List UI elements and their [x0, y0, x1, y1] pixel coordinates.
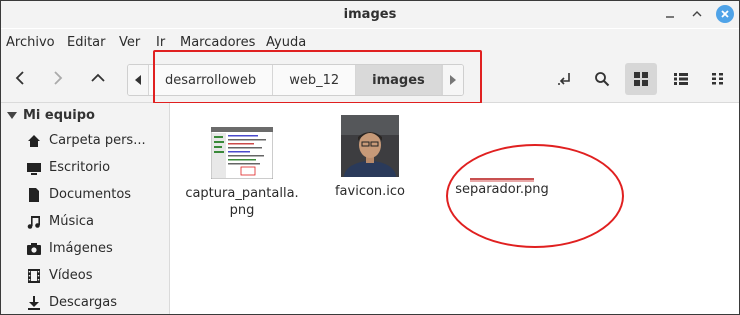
- file-name-line2: png: [229, 203, 255, 218]
- path-scroll-left[interactable]: [128, 65, 149, 95]
- arrow-up-icon: [91, 73, 105, 82]
- title-bar: images: [1, 1, 739, 28]
- file-name: favicon.ico: [334, 184, 406, 199]
- search-icon: [595, 72, 610, 87]
- list-view-button[interactable]: [667, 65, 695, 93]
- file-name: captura_pantalla.: [185, 186, 299, 201]
- menu-archivo[interactable]: Archivo: [6, 35, 55, 50]
- sidebar-section-mi-equipo[interactable]: Mi equipo: [7, 108, 95, 123]
- location-entry-icon: [558, 73, 570, 85]
- menu-ver[interactable]: Ver: [119, 35, 140, 50]
- arrow-left-icon: [15, 71, 24, 85]
- sidebar-item-carpeta-personal[interactable]: Carpeta pers...: [27, 133, 146, 148]
- sidebar-item-documentos[interactable]: Documentos: [27, 187, 131, 202]
- home-icon: [27, 134, 41, 148]
- minimize-button[interactable]: [660, 4, 680, 24]
- compact-list-icon: [712, 73, 723, 85]
- window-title: images: [343, 7, 397, 22]
- up-button[interactable]: [83, 63, 113, 93]
- desktop-icon: [27, 161, 41, 175]
- sidebar-item-imagenes[interactable]: Imágenes: [27, 241, 113, 256]
- camera-icon: [27, 242, 41, 256]
- menu-ir[interactable]: Ir: [156, 35, 165, 50]
- sidebar-item-label: Vídeos: [49, 268, 93, 283]
- back-button[interactable]: [5, 63, 35, 93]
- search-button[interactable]: [588, 65, 616, 93]
- sidebar-item-label: Descargas: [49, 295, 118, 310]
- sidebar-item-escritorio[interactable]: Escritorio: [27, 160, 110, 175]
- forward-button[interactable]: [43, 63, 73, 93]
- close-button[interactable]: [716, 5, 734, 23]
- sidebar: Mi equipo Carpeta pers... Escritorio Doc…: [1, 103, 170, 314]
- sidebar-section-label: Mi equipo: [23, 108, 95, 123]
- toggle-location-button[interactable]: [551, 65, 579, 93]
- music-icon: [27, 215, 41, 229]
- menu-ayuda[interactable]: Ayuda: [266, 35, 306, 50]
- film-icon: [27, 268, 41, 283]
- download-icon: [27, 295, 41, 310]
- menu-marcadores[interactable]: Marcadores: [180, 35, 255, 50]
- photo-thumbnail: [341, 115, 399, 193]
- minimize-icon: [666, 16, 674, 18]
- file-annotation: [446, 144, 624, 248]
- maximize-button[interactable]: [687, 4, 707, 24]
- sidebar-item-label: Imágenes: [49, 241, 113, 256]
- maximize-icon: [692, 11, 702, 17]
- close-icon: [721, 10, 729, 18]
- file-favicon[interactable]: favicon.ico: [310, 115, 430, 200]
- compact-view-button[interactable]: [704, 65, 732, 93]
- triangle-left-icon: [135, 75, 141, 85]
- sidebar-item-musica[interactable]: Música: [27, 214, 94, 229]
- menu-editar[interactable]: Editar: [67, 35, 106, 50]
- icon-view-button[interactable]: [625, 63, 657, 95]
- sidebar-item-label: Documentos: [49, 187, 132, 202]
- arrow-right-icon: [54, 71, 63, 85]
- file-captura-pantalla[interactable]: captura_pantalla. png: [182, 126, 302, 219]
- sidebar-item-label: Carpeta pers...: [49, 133, 146, 148]
- sidebar-item-descargas[interactable]: Descargas: [27, 295, 117, 310]
- list-icon: [674, 73, 688, 85]
- screenshot-thumbnail: [210, 126, 274, 180]
- grid-icon: [634, 72, 648, 86]
- sidebar-item-label: Escritorio: [49, 160, 111, 175]
- triangle-down-icon: [7, 111, 17, 119]
- pathbar-annotation: [153, 50, 482, 104]
- document-icon: [27, 187, 41, 202]
- sidebar-item-videos[interactable]: Vídeos: [27, 268, 92, 283]
- sidebar-item-label: Música: [49, 214, 94, 229]
